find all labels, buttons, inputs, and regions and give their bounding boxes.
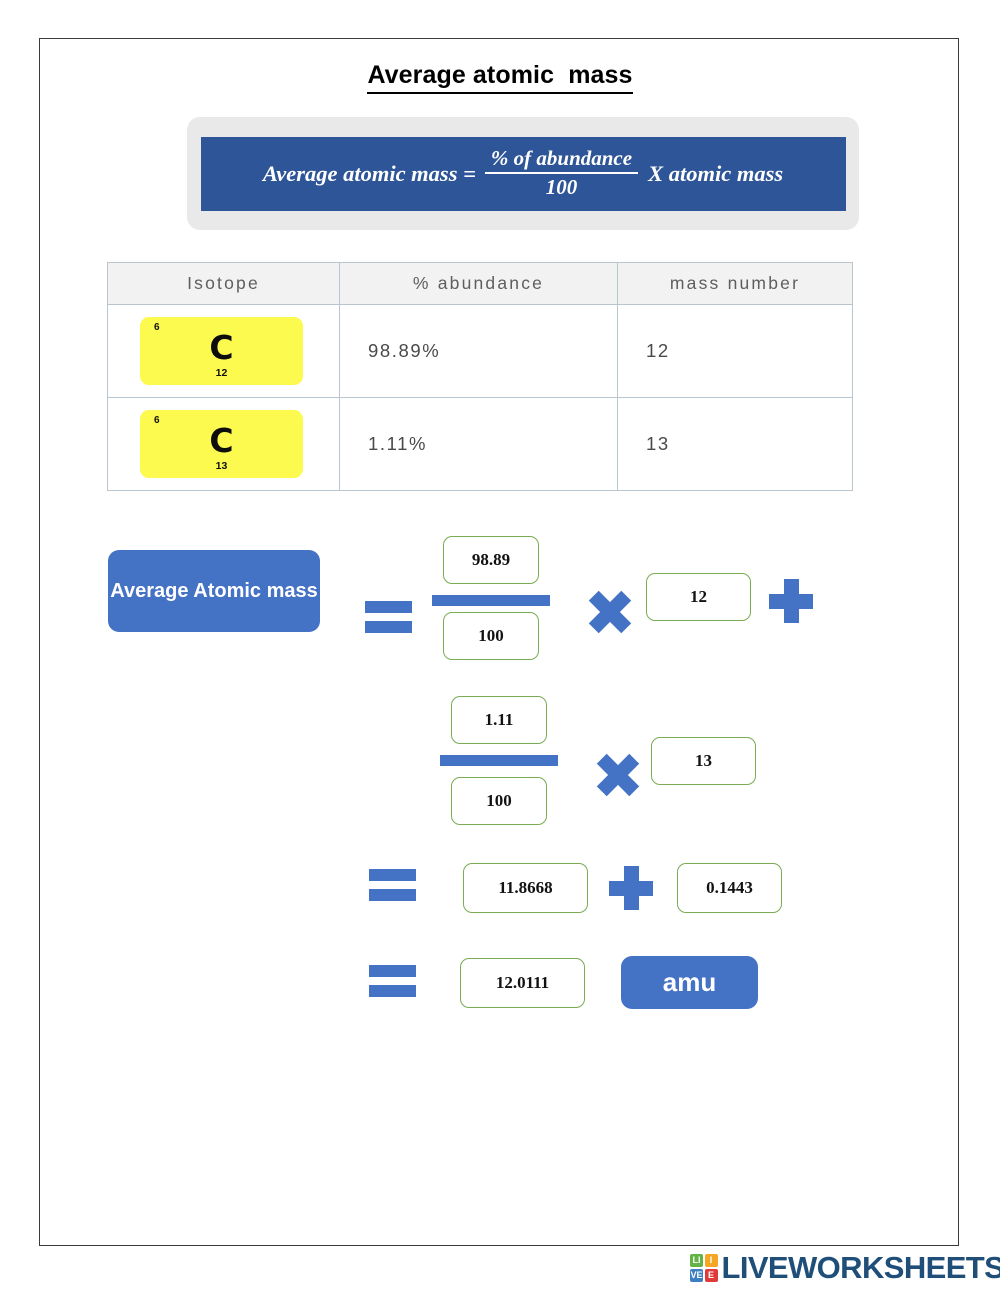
calculation-area: Average Atomic mass 98.89 100 12 1.11 10… [40, 39, 960, 1247]
input-row2-numerator[interactable]: 1.11 [451, 696, 547, 744]
fraction-bar-row1 [432, 595, 550, 606]
logo-tile-l: LI [690, 1254, 703, 1268]
equals-icon-row4 [369, 965, 416, 997]
input-row3-term1[interactable]: 11.8668 [463, 863, 588, 913]
logo-tile-i: I [704, 1254, 718, 1268]
input-row1-denominator[interactable]: 100 [443, 612, 539, 660]
brand-name: LIVEWORKSHEETS [721, 1250, 1000, 1285]
plus-icon-row3 [609, 866, 653, 910]
input-row2-mass-factor[interactable]: 13 [651, 737, 756, 785]
logo-tiles-icon: LI I VE E [690, 1254, 718, 1282]
multiply-icon-row1 [587, 589, 633, 635]
plus-icon-row1 [769, 579, 813, 623]
worksheet-page: Average atomic mass Average atomic mass … [39, 38, 959, 1246]
input-row1-numerator[interactable]: 98.89 [443, 536, 539, 584]
logo-tile-e: E [704, 1268, 718, 1282]
input-row4-result[interactable]: 12.0111 [460, 958, 585, 1008]
amu-unit-label: amu [621, 956, 758, 1009]
logo-tile-v: VE [690, 1268, 703, 1282]
multiply-icon-row2 [595, 752, 641, 798]
input-row3-term2[interactable]: 0.1443 [677, 863, 782, 913]
equals-icon-row3 [369, 869, 416, 901]
liveworksheets-logo: LI I VE E LIVEWORKSHEETS [690, 1250, 1000, 1286]
equals-icon-row1 [365, 601, 412, 633]
fraction-bar-row2 [440, 755, 558, 766]
input-row1-mass-factor[interactable]: 12 [646, 573, 751, 621]
input-row2-denominator[interactable]: 100 [451, 777, 547, 825]
average-atomic-mass-label: Average Atomic mass [108, 550, 320, 632]
